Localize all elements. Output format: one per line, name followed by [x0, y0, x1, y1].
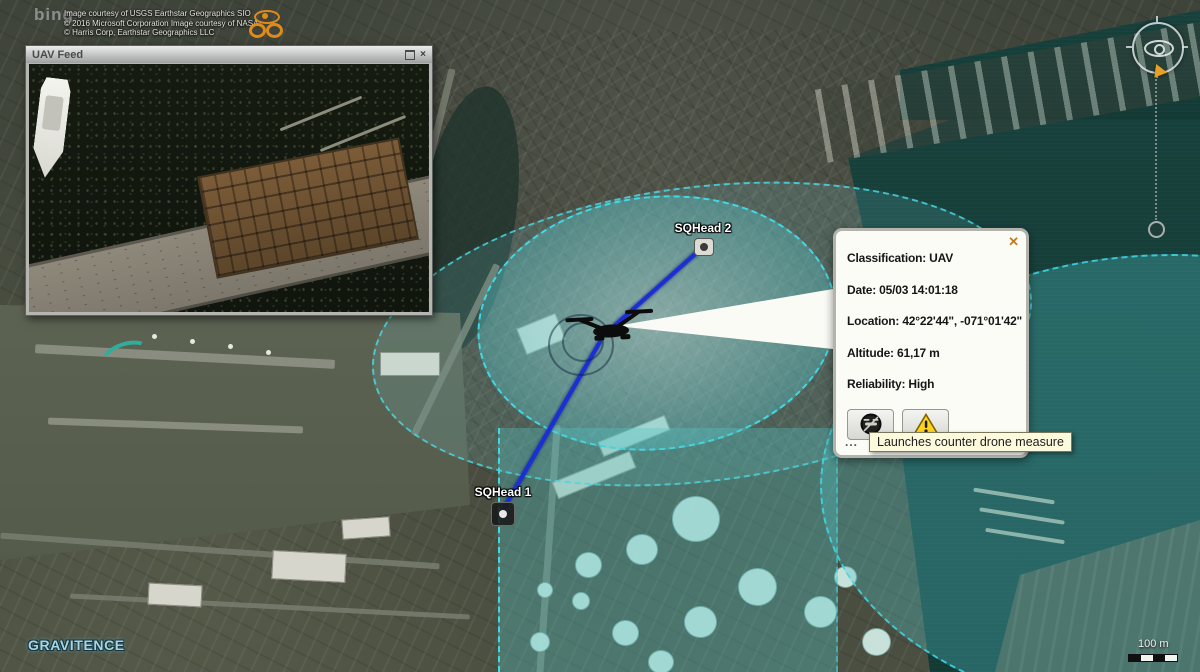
uav-feed-title: UAV Feed: [32, 48, 84, 61]
sensor-head-1-icon[interactable]: [491, 502, 515, 526]
close-icon[interactable]: ×: [420, 49, 426, 60]
scale-bar: [1128, 654, 1178, 662]
reliability-text: Reliability: High: [847, 377, 935, 391]
goggles-eye-icon: [247, 10, 285, 38]
gravitence-watermark: GRAVITENCE: [28, 637, 125, 653]
marker-label-sqhead2[interactable]: SQHead 2: [648, 221, 758, 235]
restore-icon[interactable]: [405, 49, 416, 60]
view-compass[interactable]: [1126, 16, 1188, 83]
marker-label-sqhead1[interactable]: SQHead 1: [448, 485, 558, 499]
building: [271, 550, 347, 583]
pier: [279, 95, 363, 132]
close-icon[interactable]: ✕: [1008, 234, 1019, 250]
classification-text: Classification: UAV: [847, 251, 953, 265]
waypoint-icon: [1148, 221, 1165, 238]
altitude-drop-line: [1155, 68, 1157, 220]
uav-feed-video: [29, 64, 429, 312]
scale-label: 100 m: [1138, 638, 1169, 650]
parked-plane: [266, 350, 271, 355]
tooltip: Launches counter drone measure: [869, 432, 1072, 452]
building: [341, 516, 391, 540]
sensor-head-2-icon[interactable]: [694, 238, 714, 256]
parked-plane: [190, 339, 195, 344]
boat: [30, 77, 72, 180]
drone-icon[interactable]: [563, 306, 659, 355]
location-text: Location: 42°22'44", -071°01'42": [847, 314, 1023, 328]
eye-pupil: [1154, 44, 1165, 55]
more-options-text[interactable]: ...: [845, 435, 858, 449]
uav-feed-window: UAV Feed ×: [25, 45, 433, 316]
parked-plane: [152, 334, 157, 339]
altitude-text: Altitude: 61,17 m: [847, 345, 940, 360]
counter-uav-app: SQHead 2 SQHead 1 UAV Feed × bing Image …: [0, 0, 1200, 672]
detection-info-panel: ✕ Classification: UAV Date: 05/03 14:01:…: [833, 228, 1029, 458]
uav-feed-titlebar[interactable]: UAV Feed ×: [26, 46, 432, 63]
parked-plane: [228, 344, 233, 349]
building: [147, 582, 203, 608]
date-text: Date: 05/03 14:01:18: [847, 282, 958, 297]
sensor-coverage-south: [498, 428, 838, 672]
